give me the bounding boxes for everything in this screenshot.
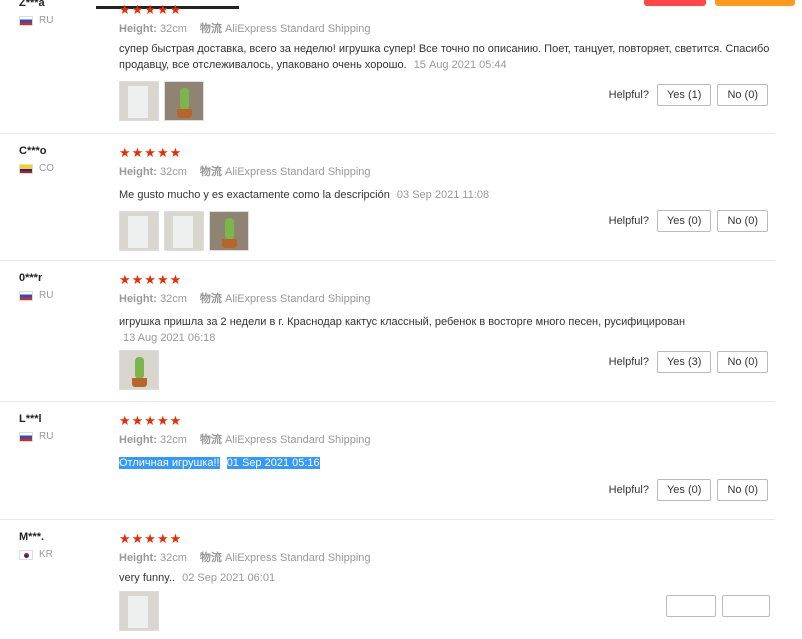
review-meta: Height: 32cm 物流 AliExpress Standard Ship… [119, 433, 779, 447]
review-date: 13 Aug 2021 06:18 [123, 332, 216, 344]
vote-no-button[interactable]: No (0) [717, 84, 768, 106]
vote-yes-button[interactable] [666, 595, 716, 617]
helpful-label: Helpful? [608, 484, 649, 496]
star-rating: ★★★★★ [119, 531, 183, 546]
reviewer-name: C***o [19, 145, 47, 157]
helpful-vote: Helpful? Yes (0) No (0) [609, 210, 768, 232]
review-item: L***l RU ★★★★★ Height: 32cm 物流 AliExpres… [0, 401, 775, 520]
review-item: 0***r RU ★★★★★ Height: 32cm 物流 AliExpres… [0, 260, 775, 402]
country-code: RU [39, 15, 54, 26]
reviewer-country: RU [19, 15, 53, 26]
russia-flag-icon [19, 15, 33, 26]
vote-no-button[interactable]: No (0) [717, 210, 768, 232]
helpful-label: Helpful? [608, 356, 649, 368]
height-label: Height: [119, 434, 157, 446]
helpful-vote: Helpful? Yes (1) No (0) [609, 84, 768, 106]
review-text: very funny.. 02 Sep 2021 06:01 [119, 570, 779, 586]
review-text: супер быстрая доставка, всего за неделю!… [119, 41, 779, 73]
helpful-label: Helpful? [608, 89, 649, 101]
country-code: RU [39, 290, 54, 301]
reviewer-name: Z***a [19, 0, 45, 9]
shipping-value: AliExpress Standard Shipping [224, 23, 371, 35]
review-date: 03 Sep 2021 11:08 [396, 189, 490, 201]
review-body: игрушка пришла за 2 недели в г. Краснода… [119, 316, 686, 328]
shipping-value: AliExpress Standard Shipping [224, 166, 371, 178]
height-value: 32cm [159, 23, 187, 35]
review-item: Z***a RU ★★★★★ Height: 32cm 物流 AliExpres… [0, 0, 775, 134]
review-date: 01 Sep 2021 05:16 [226, 457, 320, 469]
country-code: CO [39, 163, 54, 174]
vote-yes-button[interactable]: Yes (1) [656, 84, 712, 106]
reviewer-country: CO [19, 163, 54, 174]
shipping-label: 物流 [199, 434, 222, 446]
shipping-value: AliExpress Standard Shipping [224, 552, 371, 564]
review-photo[interactable] [164, 211, 204, 251]
colombia-flag-icon [19, 163, 33, 174]
vote-no-button[interactable]: No (0) [717, 479, 768, 501]
reviewer-name: M***. [19, 531, 45, 543]
review-photo[interactable] [209, 211, 249, 251]
shipping-label: 物流 [199, 293, 222, 305]
review-item: M***. KR ★★★★★ Height: 32cm 物流 AliExpres… [0, 519, 775, 639]
shipping-label: 物流 [199, 23, 222, 35]
review-body: very funny.. [119, 572, 176, 584]
vote-yes-button[interactable]: Yes (0) [656, 210, 712, 232]
review-body: Me gusto mucho y es exactamente como la … [119, 189, 390, 201]
shipping-label: 物流 [199, 166, 222, 178]
star-rating: ★★★★★ [119, 413, 183, 428]
height-value: 32cm [159, 434, 187, 446]
vote-no-button[interactable] [722, 595, 770, 617]
review-text: Отличная игрушка!! 01 Sep 2021 05:16 [119, 455, 779, 471]
review-meta: Height: 32cm 物流 AliExpress Standard Ship… [119, 22, 779, 36]
review-photo[interactable] [164, 81, 204, 121]
country-code: RU [39, 431, 54, 442]
review-photo[interactable] [119, 591, 159, 631]
korea-flag-icon [19, 549, 33, 560]
star-rating: ★★★★★ [119, 2, 183, 17]
height-label: Height: [119, 293, 157, 305]
russia-flag-icon [19, 290, 33, 301]
shipping-value: AliExpress Standard Shipping [224, 293, 371, 305]
review-date: 02 Sep 2021 06:01 [182, 572, 276, 584]
vote-yes-button[interactable]: Yes (3) [656, 351, 712, 373]
reviewer-name: 0***r [19, 272, 43, 284]
height-value: 32cm [159, 293, 187, 305]
review-photo[interactable] [119, 211, 159, 251]
helpful-label: Helpful? [608, 215, 649, 227]
reviewer-name: L***l [19, 413, 42, 425]
height-label: Height: [119, 552, 157, 564]
russia-flag-icon [19, 431, 33, 442]
review-meta: Height: 32cm 物流 AliExpress Standard Ship… [119, 165, 779, 179]
reviewer-country: KR [19, 549, 53, 560]
star-rating: ★★★★★ [119, 145, 183, 160]
height-value: 32cm [159, 552, 187, 564]
review-date: 15 Aug 2021 05:44 [413, 59, 507, 71]
review-photo[interactable] [119, 350, 159, 390]
shipping-value: AliExpress Standard Shipping [224, 434, 371, 446]
vote-no-button[interactable]: No (0) [717, 351, 768, 373]
helpful-vote: Helpful? Yes (3) No (0) [609, 351, 768, 373]
review-photo[interactable] [119, 81, 159, 121]
vote-yes-button[interactable]: Yes (0) [656, 479, 712, 501]
review-meta: Height: 32cm 物流 AliExpress Standard Ship… [119, 551, 779, 565]
review-item: C***o CO ★★★★★ Height: 32cm 物流 AliExpres… [0, 133, 775, 261]
review-text: Me gusto mucho y es exactamente como la … [119, 187, 779, 203]
height-label: Height: [119, 166, 157, 178]
reviewer-country: RU [19, 431, 53, 442]
country-code: KR [39, 549, 53, 560]
review-meta: Height: 32cm 物流 AliExpress Standard Ship… [119, 292, 779, 306]
height-value: 32cm [159, 166, 187, 178]
helpful-vote: Helpful? Yes (0) No (0) [609, 479, 768, 501]
height-label: Height: [119, 23, 157, 35]
star-rating: ★★★★★ [119, 272, 183, 287]
shipping-label: 物流 [199, 552, 222, 564]
reviewer-country: RU [19, 290, 53, 301]
review-body: Отличная игрушка!! [119, 457, 220, 469]
review-text: игрушка пришла за 2 недели в г. Краснода… [119, 314, 779, 346]
review-user: Z***a RU [19, 0, 53, 26]
